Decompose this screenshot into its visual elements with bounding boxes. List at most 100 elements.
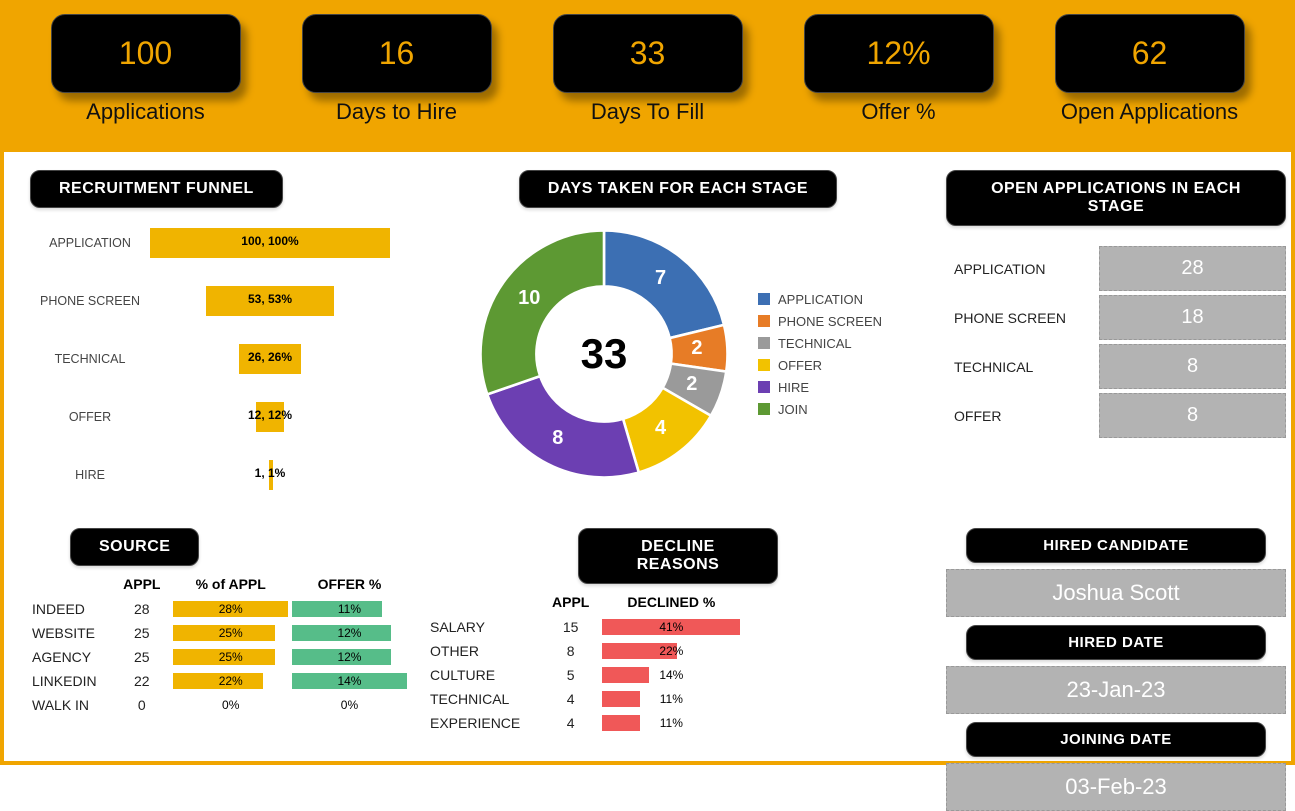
decline-appl: 15 [542, 616, 599, 638]
source-row: WALK IN00%0% [32, 694, 408, 716]
source-head-offer: OFFER % [291, 576, 408, 596]
joining-date-label: JOINING DATE [966, 722, 1265, 757]
source-pct-bar: 22% [172, 670, 288, 692]
source-pct-bar: 28% [172, 598, 288, 620]
kpi-label: Offer % [797, 99, 1000, 125]
donut-slice-label: 10 [518, 287, 540, 310]
donut-slice-label: 8 [552, 427, 563, 450]
source-row: AGENCY2525%12% [32, 646, 408, 668]
source-row: INDEED2828%11% [32, 598, 408, 620]
hired-date-value: 23-Jan-23 [946, 666, 1286, 714]
legend-label: PHONE SCREEN [778, 314, 882, 329]
decline-pct-bar: 14% [601, 664, 741, 686]
funnel-stage-label: TECHNICAL [30, 352, 150, 366]
open-apps-row: OFFER8 [946, 393, 1286, 438]
kpi-label: Applications [44, 99, 247, 125]
funnel-stage-label: PHONE SCREEN [30, 294, 150, 308]
legend-swatch [758, 293, 770, 305]
legend-swatch [758, 359, 770, 371]
kpi-card: 100 [51, 14, 241, 93]
funnel-bar: 1, 1% [150, 460, 410, 490]
decline-row: OTHER822% [430, 640, 741, 662]
source-head-appl: APPL [113, 576, 170, 596]
open-apps-stage: TECHNICAL [946, 344, 1099, 389]
decline-row: SALARY1541% [430, 616, 741, 638]
funnel-bar-label: 12, 12% [150, 408, 390, 422]
source-pct-label: 25% [173, 626, 287, 640]
funnel-bar: 26, 26% [150, 344, 410, 374]
source-name: WEBSITE [32, 622, 111, 644]
kpi-card: 33 [553, 14, 743, 93]
decline-row: EXPERIENCE411% [430, 712, 741, 734]
decline-head-pct: DECLINED % [601, 594, 741, 614]
legend-item: TECHNICAL [758, 336, 882, 351]
donut-title: DAYS TAKEN FOR EACH STAGE [519, 170, 837, 208]
funnel-bar: 100, 100% [150, 228, 410, 258]
source-offer-bar: 11% [291, 598, 408, 620]
kpi-open-apps: 62 Open Applications [1048, 14, 1251, 125]
source-offer-bar: 14% [291, 670, 408, 692]
funnel-title: RECRUITMENT FUNNEL [30, 170, 283, 208]
kpi-label: Days to Hire [295, 99, 498, 125]
open-apps-value: 28 [1099, 246, 1286, 291]
legend-swatch [758, 381, 770, 393]
funnel-stage-label: APPLICATION [30, 236, 150, 250]
kpi-strip: 100 Applications 16 Days to Hire 33 Days… [4, 4, 1291, 152]
decline-appl: 8 [542, 640, 599, 662]
open-apps-stage: OFFER [946, 393, 1099, 438]
kpi-offer-pct: 12% Offer % [797, 14, 1000, 125]
decline-pct-bar: 11% [601, 688, 741, 710]
open-apps-stage: PHONE SCREEN [946, 295, 1099, 340]
decline-appl: 4 [542, 712, 599, 734]
decline-pct-label: 11% [602, 692, 740, 706]
donut-slice-label: 2 [691, 337, 702, 360]
donut-chart: 33 7224810 [474, 224, 734, 484]
source-pct-bar: 0% [172, 694, 288, 716]
kpi-card: 62 [1055, 14, 1245, 93]
source-pct-label: 22% [173, 674, 287, 688]
decline-header: APPL DECLINED % [430, 594, 741, 614]
source-row: WEBSITE2525%12% [32, 622, 408, 644]
funnel-row: APPLICATION100, 100% [30, 228, 410, 258]
source-offer-label: 12% [292, 650, 407, 664]
source-offer-label: 14% [292, 674, 407, 688]
decline-pct-label: 22% [602, 644, 740, 658]
open-apps-row: TECHNICAL8 [946, 344, 1286, 389]
open-apps-stage: APPLICATION [946, 246, 1099, 291]
source-appl: 25 [113, 622, 170, 644]
legend-label: HIRE [778, 380, 809, 395]
funnel-bar-label: 100, 100% [150, 234, 390, 248]
decline-title: DECLINE REASONS [578, 528, 778, 584]
decline-panel: DECLINE REASONS APPL DECLINED % SALARY15… [428, 528, 928, 738]
funnel-bar: 12, 12% [150, 402, 410, 432]
decline-pct-label: 14% [602, 668, 740, 682]
decline-name: OTHER [430, 640, 540, 662]
kpi-card: 12% [804, 14, 994, 93]
source-header: APPL % of APPL OFFER % [32, 576, 408, 596]
decline-name: CULTURE [430, 664, 540, 686]
donut-slice-label: 7 [655, 267, 666, 290]
source-offer-bar: 0% [291, 694, 408, 716]
hired-candidate-value: Joshua Scott [946, 569, 1286, 617]
legend-label: APPLICATION [778, 292, 863, 307]
hired-panel: HIRED CANDIDATE Joshua Scott HIRED DATE … [946, 528, 1286, 738]
decline-name: TECHNICAL [430, 688, 540, 710]
source-appl: 25 [113, 646, 170, 668]
funnel-row: PHONE SCREEN53, 53% [30, 286, 410, 316]
source-name: LINKEDIN [32, 670, 111, 692]
legend-swatch [758, 315, 770, 327]
decline-appl: 5 [542, 664, 599, 686]
source-head-pct: % of APPL [172, 576, 288, 596]
source-panel: SOURCE APPL % of APPL OFFER % INDEED2828… [30, 528, 410, 738]
open-apps-value: 18 [1099, 295, 1286, 340]
kpi-label: Open Applications [1048, 99, 1251, 125]
kpi-card: 16 [302, 14, 492, 93]
source-pct-label: 0% [173, 698, 287, 712]
source-appl: 22 [113, 670, 170, 692]
donut-legend: APPLICATIONPHONE SCREENTECHNICALOFFERHIR… [758, 285, 882, 424]
kpi-days-to-hire: 16 Days to Hire [295, 14, 498, 125]
open-apps-panel: OPEN APPLICATIONS IN EACH STAGE APPLICAT… [946, 170, 1286, 510]
funnel-row: HIRE1, 1% [30, 460, 410, 490]
funnel-row: OFFER12, 12% [30, 402, 410, 432]
decline-pct-bar: 22% [601, 640, 741, 662]
